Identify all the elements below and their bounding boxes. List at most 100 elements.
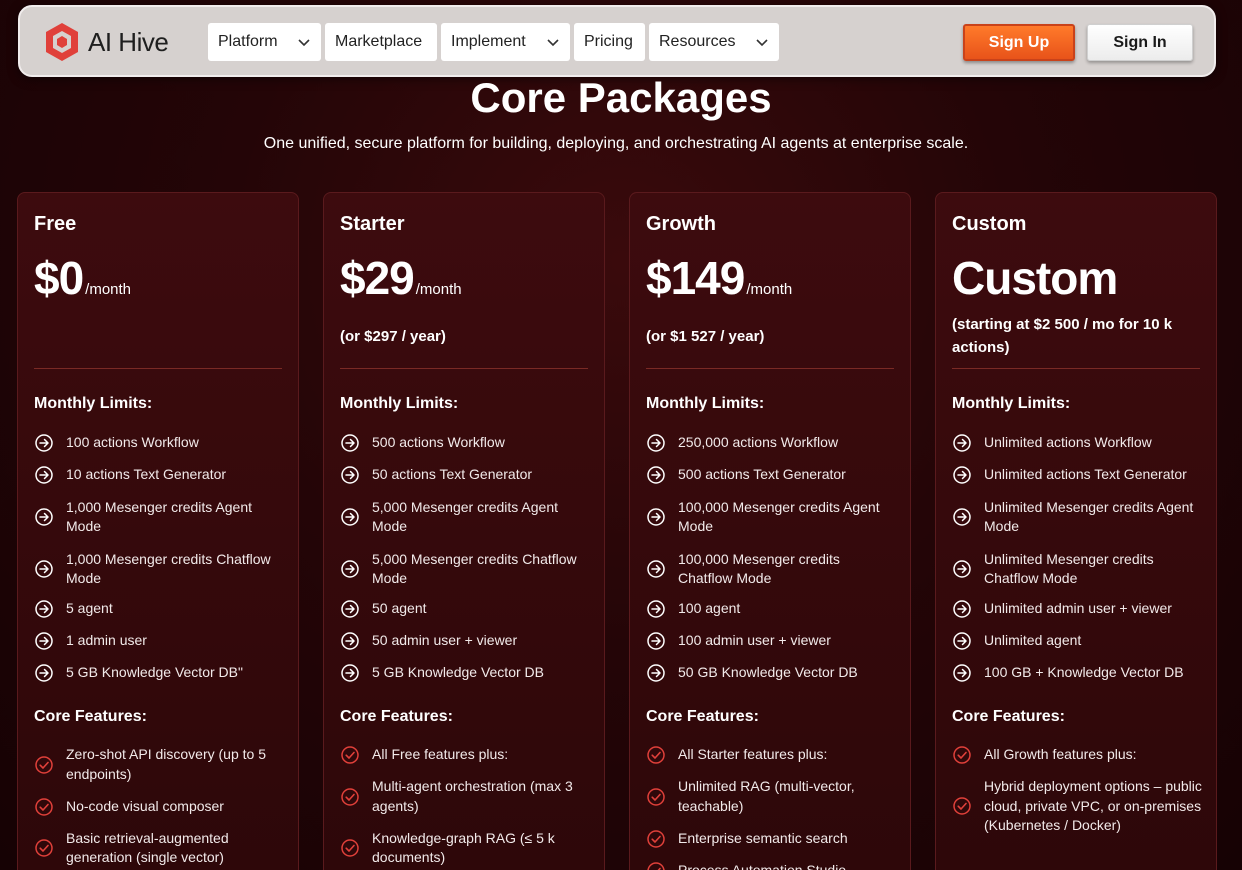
limit-item: 50 agent xyxy=(340,599,590,619)
menu-item-label: Platform xyxy=(218,33,278,50)
feature-item: All Starter features plus: xyxy=(646,745,896,765)
feature-item-text: All Free features plus: xyxy=(372,746,509,763)
monthly-limits-title: Monthly Limits: xyxy=(646,395,765,412)
limit-item: Unlimited admin user + viewer xyxy=(952,599,1202,619)
circle-check-icon xyxy=(35,839,53,857)
limit-item: 1,000 Mesenger credits Agent Mode xyxy=(34,497,284,537)
circle-arrow-right-icon xyxy=(341,632,359,650)
limit-item-text: 5 GB Knowledge Vector DB" xyxy=(66,664,243,681)
circle-check-icon xyxy=(647,787,665,806)
circle-arrow-right-icon xyxy=(35,434,53,452)
limit-item: 500 actions Text Generator xyxy=(646,465,896,485)
circle-arrow-right-icon xyxy=(647,560,665,578)
circle-arrow-right-icon xyxy=(953,466,971,484)
plan-price: $149 xyxy=(646,252,745,304)
limit-item-text: 100 GB + Knowledge Vector DB xyxy=(984,664,1184,681)
circle-arrow-right-icon xyxy=(341,466,359,484)
limit-item-text: 50 admin user + viewer xyxy=(372,632,518,649)
limit-item: Unlimited actions Text Generator xyxy=(952,465,1202,485)
limit-item-text: 50 agent xyxy=(372,600,427,617)
menu-item-label: Marketplace xyxy=(335,33,423,50)
card-divider xyxy=(646,368,894,369)
feature-item-text: All Growth features plus: xyxy=(984,746,1137,763)
menu-item-resources[interactable]: Resources xyxy=(649,23,779,61)
menu-item-label: Resources xyxy=(659,33,736,50)
limit-item-text: Unlimited Mesenger credits Agent Mode xyxy=(984,498,1194,535)
limit-item: 500 actions Workflow xyxy=(340,433,590,453)
chevron-down-icon xyxy=(298,39,310,47)
circle-arrow-right-icon xyxy=(647,434,665,452)
limit-item: Unlimited Mesenger credits Chatflow Mode xyxy=(952,549,1202,589)
feature-item: All Growth features plus: xyxy=(952,745,1202,765)
circle-check-icon xyxy=(341,839,359,857)
core-features-title: Core Features: xyxy=(34,708,147,725)
menu-item-marketplace[interactable]: Marketplace xyxy=(325,23,437,61)
limit-item-text: 50 actions Text Generator xyxy=(372,466,533,483)
logo-text: AI Hive xyxy=(88,26,169,57)
limit-item-text: 1 admin user xyxy=(66,632,147,649)
circle-arrow-right-icon xyxy=(341,600,359,618)
feature-item-text: Enterprise semantic search xyxy=(678,829,848,846)
limit-item-text: 100,000 Mesenger credits Agent Mode xyxy=(678,498,880,535)
limit-item: 5 GB Knowledge Vector DB" xyxy=(34,663,284,683)
menu-item-implement[interactable]: Implement xyxy=(441,23,570,61)
limit-item: 5,000 Mesenger credits Agent Mode xyxy=(340,497,590,537)
limit-item-text: Unlimited admin user + viewer xyxy=(984,600,1172,617)
circle-check-icon xyxy=(35,797,53,816)
limit-item: 100,000 Mesenger credits Chatflow Mode xyxy=(646,549,896,589)
plan-price: Custom xyxy=(952,252,1118,304)
limit-item: 100 GB + Knowledge Vector DB xyxy=(952,663,1202,683)
menu-item-platform[interactable]: Platform xyxy=(208,23,321,61)
limit-item: 100 agent xyxy=(646,599,896,619)
page-title: Core Packages xyxy=(470,74,772,121)
limit-item: 250,000 actions Workflow xyxy=(646,433,896,453)
circle-check-icon xyxy=(647,746,665,764)
core-features-title: Core Features: xyxy=(340,708,453,725)
feature-item-text: Unlimited RAG (multi-vector, teachable) xyxy=(678,778,855,814)
circle-arrow-right-icon xyxy=(647,466,665,484)
price-period: /month xyxy=(415,281,462,298)
circle-arrow-right-icon xyxy=(35,632,53,650)
limit-item-text: 500 actions Workflow xyxy=(372,434,505,451)
limit-item: 50 GB Knowledge Vector DB xyxy=(646,663,896,683)
limit-item-text: 1,000 Mesenger credits Agent Mode xyxy=(66,498,253,535)
limit-item-text: 1,000 Mesenger credits Chatflow Mode xyxy=(66,550,271,587)
circle-arrow-right-icon xyxy=(647,508,665,526)
price-row: $149/month xyxy=(646,251,792,305)
price-row: Custom xyxy=(952,251,1118,305)
limit-item-text: 100 actions Workflow xyxy=(66,434,199,451)
limit-item-text: 5,000 Mesenger credits Chatflow Mode xyxy=(372,550,577,587)
limit-item-text: Unlimited Mesenger credits Chatflow Mode xyxy=(984,550,1154,587)
circle-arrow-right-icon xyxy=(35,508,53,526)
limit-item-text: 100 agent xyxy=(678,600,741,617)
circle-arrow-right-icon xyxy=(953,600,971,618)
plan-annual-price: (or $1 527 / year) xyxy=(646,328,765,345)
sign-up-button[interactable]: Sign Up xyxy=(963,24,1075,61)
monthly-limits-title: Monthly Limits: xyxy=(34,395,153,412)
limit-item-text: Unlimited actions Text Generator xyxy=(984,466,1187,483)
circle-check-icon xyxy=(647,861,665,870)
feature-item-text: Basic retrieval-augmented generation (si… xyxy=(66,829,229,866)
limit-item-text: 10 actions Text Generator xyxy=(66,466,227,483)
plan-price: $29 xyxy=(340,252,415,304)
logo[interactable]: AI Hive xyxy=(44,22,169,62)
feature-item-text: Knowledge-graph RAG (≤ 5 k documents) xyxy=(372,829,555,866)
feature-item: Knowledge-graph RAG (≤ 5 k documents) xyxy=(340,829,590,868)
limit-item: 100 admin user + viewer xyxy=(646,631,896,651)
hexagon-logo-icon xyxy=(46,23,78,61)
menu-item-pricing[interactable]: Pricing xyxy=(574,23,645,61)
sign-in-button[interactable]: Sign In xyxy=(1087,24,1193,61)
limit-item-text: 5 GB Knowledge Vector DB xyxy=(372,664,544,681)
limit-item: 1 admin user xyxy=(34,631,284,651)
circle-arrow-right-icon xyxy=(953,632,971,650)
limit-item-text: 100,000 Mesenger credits Chatflow Mode xyxy=(678,550,840,587)
feature-item: All Free features plus: xyxy=(340,745,590,765)
plan-annual-price: (or $297 / year) xyxy=(340,328,446,345)
chevron-down-icon xyxy=(547,39,559,47)
circle-check-icon xyxy=(341,787,359,806)
menu-item-label: Pricing xyxy=(584,33,633,50)
limit-item-text: Unlimited agent xyxy=(984,632,1082,649)
limit-item: Unlimited actions Workflow xyxy=(952,433,1202,453)
feature-item-text: Hybrid deployment options – public cloud… xyxy=(984,778,1202,833)
circle-arrow-right-icon xyxy=(35,600,53,618)
